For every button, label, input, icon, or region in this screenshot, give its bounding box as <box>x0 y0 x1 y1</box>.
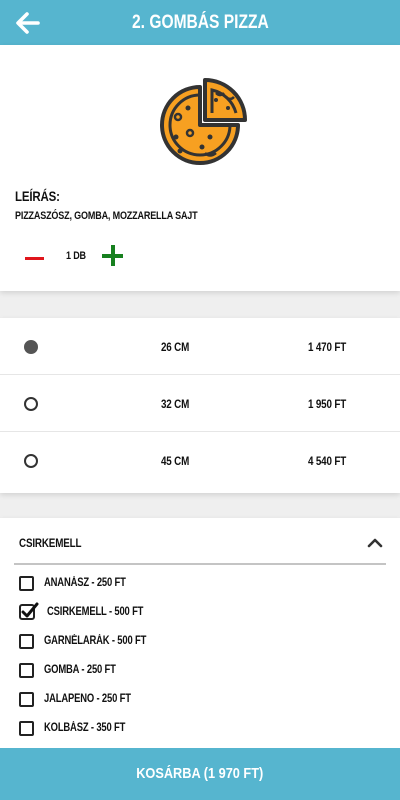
extra-option-ananasz[interactable]: ANANÁSZ - 250 FT <box>0 572 400 598</box>
quantity-value: 1 DB <box>66 250 86 262</box>
extras-section-title[interactable]: CSIRKEMELL <box>19 536 81 550</box>
extra-option-kolbasz[interactable]: KOLBÁSZ - 350 FT <box>0 717 400 743</box>
extra-label: KOLBÁSZ - 350 FT <box>44 722 126 734</box>
checkbox-icon[interactable] <box>19 634 34 649</box>
checkbox-icon[interactable] <box>19 692 34 707</box>
extra-label: ANANÁSZ - 250 FT <box>44 577 126 589</box>
size-options-card: 26 CM 1 470 FT 32 CM 1 950 FT 45 CM 4 54… <box>0 318 400 493</box>
decrease-quantity-button[interactable] <box>25 248 45 270</box>
divider <box>14 563 386 565</box>
size-price: 4 540 FT <box>308 454 347 468</box>
size-label: 26 CM <box>161 340 190 354</box>
size-price: 1 470 FT <box>308 340 347 354</box>
checkmark-icon[interactable] <box>19 601 39 621</box>
extra-label: JALAPENO - 250 FT <box>44 693 131 705</box>
radio-unchecked-icon[interactable] <box>24 397 38 411</box>
add-to-cart-label: KOSÁRBA (1 970 FT) <box>136 765 264 782</box>
size-option-32[interactable]: 32 CM 1 950 FT <box>0 375 400 432</box>
checkbox-icon[interactable] <box>19 576 34 591</box>
product-card: LEÍRÁS: PIZZASZÓSZ, GOMBA, MOZZARELLA SA… <box>0 45 400 291</box>
radio-checked-icon[interactable] <box>24 340 38 354</box>
checkbox-icon[interactable] <box>19 663 34 678</box>
add-to-cart-button[interactable]: KOSÁRBA (1 970 FT) <box>0 748 400 800</box>
checkbox-icon[interactable] <box>19 721 34 736</box>
pizza-icon <box>160 78 247 165</box>
extra-label: CSIRKEMELL - 500 FT <box>47 606 144 618</box>
extra-option-gomba[interactable]: GOMBA - 250 FT <box>0 659 400 685</box>
size-option-45[interactable]: 45 CM 4 540 FT <box>0 432 400 489</box>
size-price: 1 950 FT <box>308 397 347 411</box>
extra-label: GOMBA - 250 FT <box>44 664 116 676</box>
extra-option-jalapeno[interactable]: JALAPENO - 250 FT <box>0 688 400 714</box>
increase-quantity-button[interactable] <box>102 245 124 267</box>
size-label: 32 CM <box>161 397 190 411</box>
extra-option-garnelarak[interactable]: GARNÉLARÁK - 500 FT <box>0 630 400 656</box>
description-label: LEÍRÁS: <box>15 188 60 204</box>
extras-card: CSIRKEMELL ANANÁSZ - 250 FT CSIRKEMELL -… <box>0 518 400 758</box>
extra-label: GARNÉLARÁK - 500 FT <box>44 635 147 647</box>
size-option-26[interactable]: 26 CM 1 470 FT <box>0 318 400 375</box>
description-text: PIZZASZÓSZ, GOMBA, MOZZARELLA SAJT <box>15 210 198 222</box>
extra-option-csirkemell[interactable]: CSIRKEMELL - 500 FT <box>0 601 400 627</box>
app-header: 2. GOMBÁS PIZZA <box>0 0 400 45</box>
page-title: 2. GOMBÁS PIZZA <box>131 12 269 33</box>
radio-unchecked-icon[interactable] <box>24 454 38 468</box>
chevron-up-icon[interactable] <box>366 536 384 550</box>
size-label: 45 CM <box>161 454 190 468</box>
